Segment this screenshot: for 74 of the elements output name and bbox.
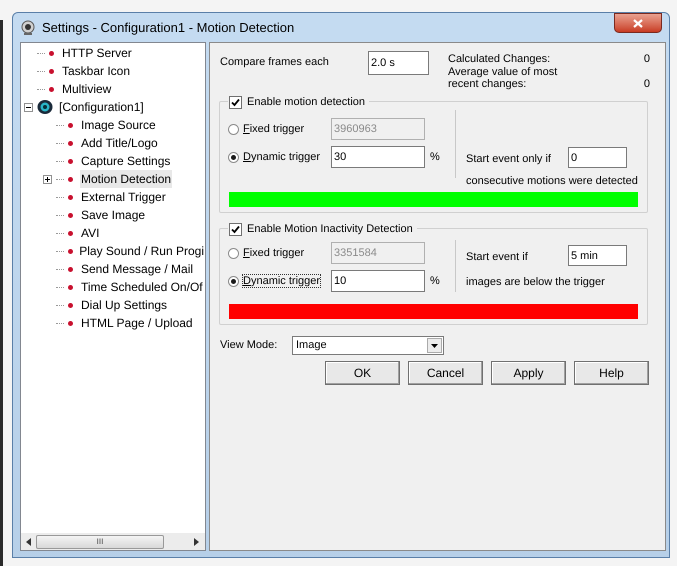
horizontal-scrollbar[interactable]: III <box>21 533 205 550</box>
dialog-button[interactable]: OK <box>325 361 400 385</box>
tree-item[interactable]: Time Scheduled On/Of <box>80 278 204 296</box>
webcam-icon <box>20 20 36 36</box>
checkbox-label: Enable Motion Inactivity Detection <box>247 222 413 237</box>
bullet-icon <box>68 266 73 272</box>
tree-item[interactable]: AVI <box>80 224 100 242</box>
unit-label: % <box>430 150 440 165</box>
event-label: consecutive motions were detected <box>466 174 638 189</box>
scrollbar-thumb[interactable]: III <box>36 534 164 548</box>
bullet-icon <box>49 68 54 74</box>
tree-item[interactable]: Save Image <box>80 206 146 224</box>
radio-label: Dynamic trigger <box>243 274 322 289</box>
bullet-icon <box>68 122 73 128</box>
trigger-field[interactable]: 30 <box>331 146 425 168</box>
unit-label: % <box>430 274 440 289</box>
dialog-button[interactable]: Help <box>574 361 649 385</box>
checkbox-label: Enable motion detection <box>247 95 366 110</box>
tree-item[interactable]: Capture Settings <box>80 152 172 170</box>
tree-item[interactable]: Play Sound / Run Progi <box>78 242 205 260</box>
bullet-icon <box>68 176 73 182</box>
expand-toggle[interactable] <box>43 174 52 184</box>
event-count-field[interactable]: 0 <box>568 147 627 168</box>
tree-item[interactable]: Motion Detection <box>80 170 172 188</box>
tree-item[interactable]: Add Title/Logo <box>80 134 159 152</box>
eye-icon <box>37 99 53 115</box>
window-title: Settings - Configuration1 - Motion Detection <box>42 18 294 37</box>
close-button[interactable] <box>614 13 662 33</box>
checkbox[interactable] <box>229 96 242 109</box>
bullet-icon <box>68 194 73 200</box>
event-label: Start event if <box>466 250 529 266</box>
bullet-icon <box>49 50 54 56</box>
tree-item[interactable]: Image Source <box>80 116 157 134</box>
radio-label: Fixed trigger <box>243 122 306 137</box>
stat-value: 0 <box>644 78 650 90</box>
bullet-icon <box>68 230 73 236</box>
tree-item[interactable]: Multiview <box>61 80 112 98</box>
dialog-button[interactable]: Cancel <box>408 361 483 385</box>
tree-item[interactable]: Send Message / Mail <box>80 260 194 278</box>
event-count-field[interactable]: 5 min <box>568 245 627 266</box>
checkbox[interactable] <box>229 222 242 236</box>
collapse-toggle[interactable] <box>24 102 33 112</box>
event-label: images are below the trigger <box>466 275 606 290</box>
view-mode-dropdown[interactable]: Image <box>292 336 444 355</box>
close-icon <box>633 18 643 28</box>
tree-item[interactable]: [Configuration1] <box>58 98 145 116</box>
event-label: Start event only if <box>466 152 552 168</box>
tree-item[interactable]: Dial Up Settings <box>80 296 168 314</box>
bullet-icon <box>68 158 73 164</box>
bullet-icon <box>68 248 73 254</box>
radio-label: Dynamic trigger <box>243 150 322 165</box>
interval-field[interactable]: 2.0 s <box>368 51 429 75</box>
stat-label: Calculated Changes: <box>448 53 552 65</box>
bullet-icon <box>49 86 54 92</box>
stat-value: 0 <box>644 53 650 65</box>
radio-button[interactable] <box>228 276 239 286</box>
right-arrow-icon[interactable] <box>194 538 199 546</box>
radio-button[interactable] <box>228 152 239 162</box>
bullet-icon <box>68 320 73 326</box>
dialog-button[interactable]: Apply <box>491 361 566 385</box>
bullet-icon <box>68 140 73 146</box>
bullet-icon <box>68 212 73 218</box>
tree-item[interactable]: HTML Page / Upload <box>80 314 194 332</box>
tree-item[interactable]: Taskbar Icon <box>61 62 132 80</box>
stat-label: Average value of most recent changes: <box>448 66 558 90</box>
trigger-field[interactable]: 10 <box>331 270 425 292</box>
tree-item[interactable]: HTTP Server <box>61 44 133 62</box>
field-label: View Mode: <box>220 338 278 354</box>
bullet-icon <box>68 302 73 308</box>
left-arrow-icon[interactable] <box>26 538 31 546</box>
bullet-icon <box>68 284 73 290</box>
radio-label: Fixed trigger <box>243 246 306 261</box>
tree-item[interactable]: External Trigger <box>80 188 167 206</box>
field-label: Compare frames each <box>220 55 330 70</box>
